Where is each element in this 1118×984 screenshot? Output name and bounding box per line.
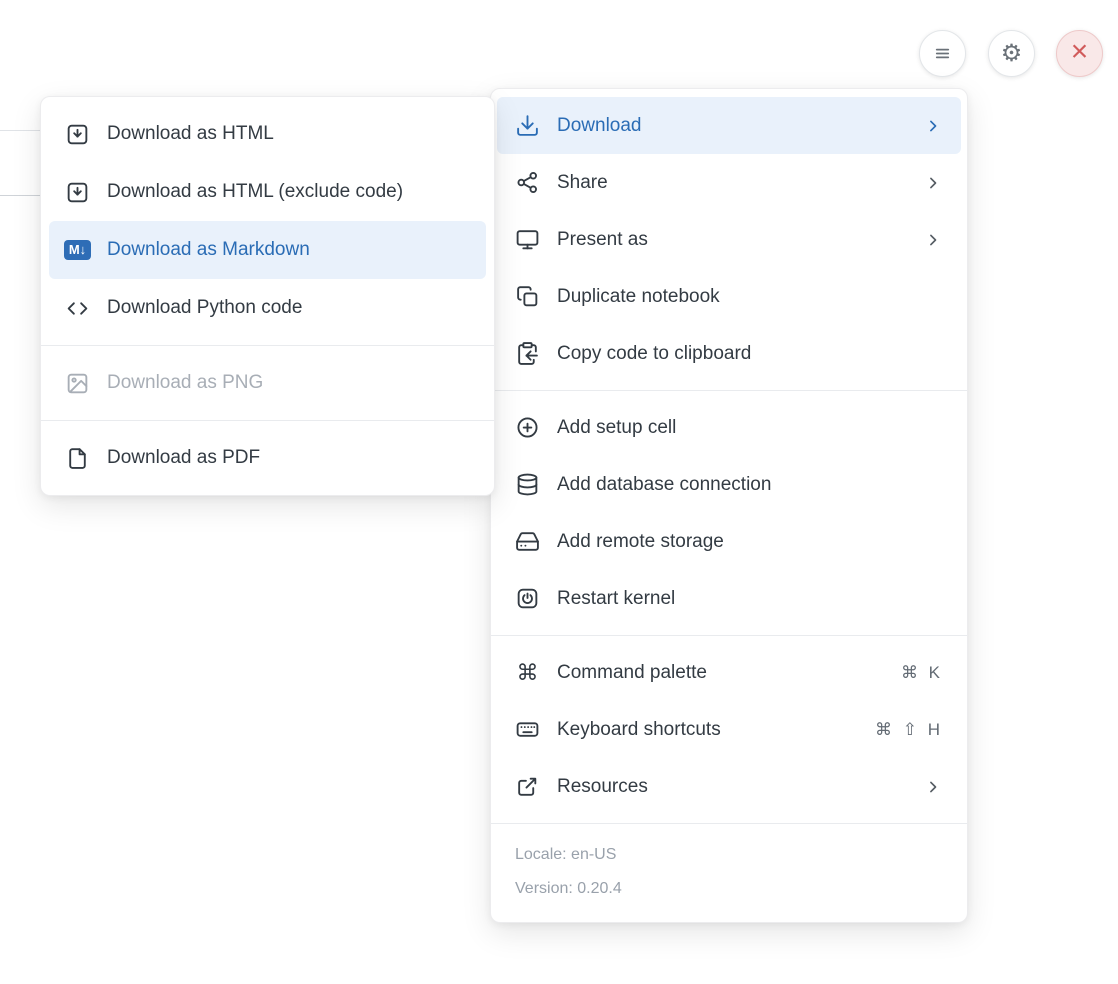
- submenu-item-label: Download Python code: [107, 297, 470, 319]
- menu-divider: [41, 420, 494, 421]
- chevron-right-icon: [923, 173, 943, 193]
- menu-item-share[interactable]: Share: [491, 154, 967, 211]
- menu-item-keyboard-shortcuts[interactable]: Keyboard shortcuts ⌘ ⇧ H: [491, 701, 967, 758]
- chevron-right-icon: [923, 777, 943, 797]
- submenu-item-label: Download as PDF: [107, 447, 470, 469]
- submenu-item-label: Download as PNG: [107, 372, 470, 394]
- submenu-item-download-html-exclude-code[interactable]: Download as HTML (exclude code): [41, 163, 494, 221]
- download-submenu: Download as HTML Download as HTML (exclu…: [40, 96, 495, 496]
- menu-item-label: Add remote storage: [557, 531, 943, 553]
- notebook-menu-button[interactable]: [919, 30, 966, 77]
- chevron-right-icon: [923, 116, 943, 136]
- menu-item-add-database-connection[interactable]: Add database connection: [491, 456, 967, 513]
- submenu-item-download-html[interactable]: Download as HTML: [41, 105, 494, 163]
- shortcut-hint: ⌘ K: [901, 663, 943, 683]
- menu-item-resources[interactable]: Resources: [491, 758, 967, 815]
- power-icon: [515, 586, 540, 611]
- chevron-right-icon: [923, 230, 943, 250]
- menu-footer: Locale: en-US Version: 0.20.4: [491, 832, 967, 914]
- menu-item-label: Copy code to clipboard: [557, 343, 943, 365]
- duplicate-icon: [515, 284, 540, 309]
- notebook-actions-menu: Download Share Present as Duplicate note…: [490, 88, 968, 923]
- hamburger-menu-icon: [931, 42, 954, 65]
- download-icon: [515, 113, 540, 138]
- submenu-item-label: Download as Markdown: [107, 239, 470, 261]
- file-icon: [65, 446, 90, 471]
- keyboard-icon: [515, 717, 540, 742]
- code-icon: [65, 296, 90, 321]
- markdown-icon: M↓: [64, 240, 91, 260]
- download-box-icon: [65, 122, 90, 147]
- menu-item-copy-code[interactable]: Copy code to clipboard: [491, 325, 967, 382]
- download-box-icon: [65, 180, 90, 205]
- plus-circle-icon: [515, 415, 540, 440]
- submenu-item-label: Download as HTML: [107, 123, 470, 145]
- hard-drive-icon: [515, 529, 540, 554]
- menu-item-label: Resources: [557, 776, 923, 798]
- menu-item-label: Share: [557, 172, 923, 194]
- command-icon: ⌘: [515, 662, 540, 684]
- page-edge-line: [0, 195, 41, 196]
- submenu-item-download-png: Download as PNG: [41, 354, 494, 412]
- menu-item-label: Add database connection: [557, 474, 943, 496]
- external-link-icon: [515, 774, 540, 799]
- submenu-item-label: Download as HTML (exclude code): [107, 181, 470, 203]
- menu-item-present-as[interactable]: Present as: [491, 211, 967, 268]
- version-text: Version: 0.20.4: [515, 872, 943, 906]
- settings-button[interactable]: ⚙: [988, 30, 1035, 77]
- database-icon: [515, 472, 540, 497]
- menu-item-label: Command palette: [557, 662, 901, 684]
- menu-item-download[interactable]: Download: [497, 97, 961, 154]
- menu-item-label: Present as: [557, 229, 923, 251]
- menu-item-label: Duplicate notebook: [557, 286, 943, 308]
- submenu-item-download-python-code[interactable]: Download Python code: [41, 279, 494, 337]
- menu-divider: [491, 390, 967, 391]
- menu-divider: [41, 345, 494, 346]
- menu-divider: [491, 823, 967, 824]
- menu-divider: [491, 635, 967, 636]
- menu-item-add-setup-cell[interactable]: Add setup cell: [491, 399, 967, 456]
- menu-item-label: Keyboard shortcuts: [557, 719, 875, 741]
- share-icon: [515, 170, 540, 195]
- present-icon: [515, 227, 540, 252]
- clipboard-copy-icon: [515, 341, 540, 366]
- locale-text: Locale: en-US: [515, 838, 943, 872]
- menu-item-label: Download: [557, 115, 923, 137]
- menu-item-add-remote-storage[interactable]: Add remote storage: [491, 513, 967, 570]
- submenu-item-download-pdf[interactable]: Download as PDF: [41, 429, 494, 487]
- close-button[interactable]: ×: [1056, 30, 1103, 77]
- menu-item-command-palette[interactable]: ⌘ Command palette ⌘ K: [491, 644, 967, 701]
- menu-item-label: Restart kernel: [557, 588, 943, 610]
- image-icon: [65, 371, 90, 396]
- shortcut-hint: ⌘ ⇧ H: [875, 720, 943, 740]
- menu-item-label: Add setup cell: [557, 417, 943, 439]
- gear-icon: ⚙: [1001, 42, 1023, 66]
- menu-item-duplicate-notebook[interactable]: Duplicate notebook: [491, 268, 967, 325]
- menu-item-restart-kernel[interactable]: Restart kernel: [491, 570, 967, 627]
- submenu-item-download-markdown[interactable]: M↓ Download as Markdown: [49, 221, 486, 279]
- close-icon: ×: [1071, 37, 1089, 67]
- page-edge-line: [0, 130, 41, 131]
